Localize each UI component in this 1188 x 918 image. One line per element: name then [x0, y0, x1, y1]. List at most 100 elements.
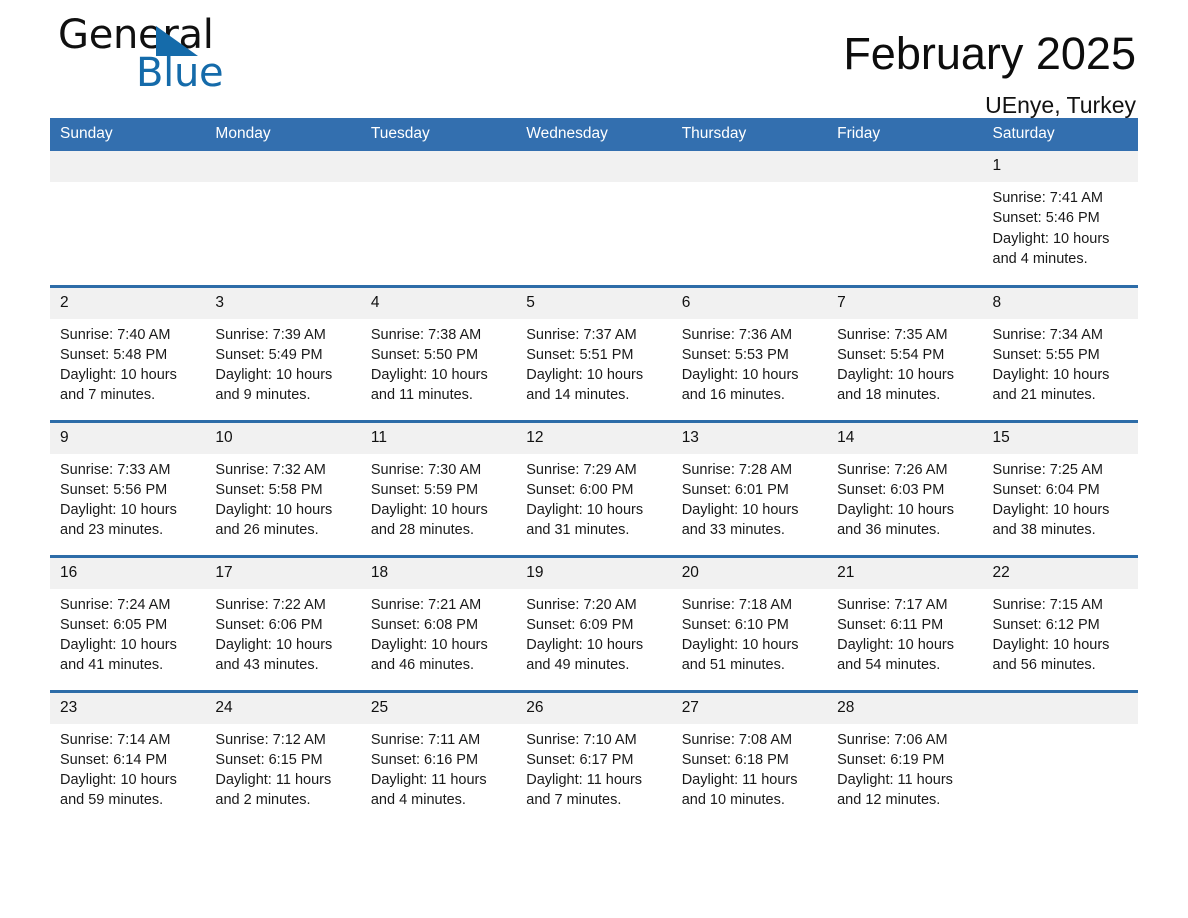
calendar-day-cell[interactable]: 9 Sunrise: 7:33 AM Sunset: 5:56 PM Daylight…	[50, 419, 206, 556]
sunrise-text: Sunrise: 7:14 AM	[60, 731, 171, 748]
calendar-day-cell[interactable]: 2 Sunrise: 7:40 AM Sunset: 5:48 PM Daylight…	[50, 284, 206, 421]
daylight-text: Daylight: 10 hours and 56 minutes.	[992, 637, 1110, 674]
logo-text-blue: Blue	[136, 50, 224, 96]
day-details: Sunrise: 7:32 AM Sunset: 5:58 PM Daylight:…	[205, 454, 360, 541]
day-details: Sunrise: 7:11 AM Sunset: 6:16 PM Daylight:…	[361, 724, 516, 811]
sunrise-text: Sunrise: 7:41 AM	[992, 190, 1103, 206]
calendar-day-cell[interactable]: 12 Sunrise: 7:29 AM Sunset: 6:00 PM Dayligh…	[516, 419, 672, 556]
calendar-day-cell[interactable]: 6 Sunrise: 7:36 AM Sunset: 5:53 PM Daylight…	[671, 284, 828, 421]
sunrise-text: Sunrise: 7:35 AM	[837, 326, 948, 343]
calendar-day-cell[interactable]: 19 Sunrise: 7:20 AM Sunset: 6:09 PM Dayligh…	[516, 554, 672, 691]
day-number: 19	[516, 557, 672, 589]
daylight-text: Daylight: 10 hours and 59 minutes.	[60, 772, 177, 809]
sunset-text: Sunset: 6:00 PM	[526, 481, 634, 498]
calendar-week-row: 9 Sunrise: 7:33 AM Sunset: 5:56 PM Daylight…	[50, 419, 1138, 556]
sunset-text: Sunset: 6:19 PM	[837, 751, 945, 768]
calendar-day-cell[interactable]: 10 Sunrise: 7:32 AM Sunset: 5:58 PM Dayligh…	[205, 419, 361, 556]
sunset-text: Sunset: 6:14 PM	[60, 751, 168, 768]
weekday-header-monday: Monday	[205, 118, 361, 151]
calendar-day-cell[interactable]: 25 Sunrise: 7:11 AM Sunset: 6:16 PM Dayligh…	[360, 689, 517, 826]
daylight-text: Daylight: 10 hours and 33 minutes.	[681, 502, 799, 539]
day-details: Sunrise: 7:35 AM Sunset: 5:54 PM Daylight:…	[827, 319, 982, 406]
day-details: Sunrise: 7:40 AM Sunset: 5:48 PM Daylight:…	[50, 319, 205, 406]
calendar-day-cell[interactable]: 23 Sunrise: 7:14 AM Sunset: 6:14 PM Dayligh…	[50, 689, 206, 826]
day-details: Sunrise: 7:30 AM Sunset: 5:59 PM Daylight:…	[361, 454, 516, 541]
day-number: 20	[671, 557, 828, 589]
calendar-day-cell[interactable]: 3 Sunrise: 7:39 AM Sunset: 5:49 PM Daylight…	[205, 284, 361, 421]
sunset-text: Sunset: 5:54 PM	[837, 346, 945, 363]
day-number: 23	[50, 692, 206, 724]
sunset-text: Sunset: 6:17 PM	[526, 751, 634, 768]
calendar-day-cell[interactable]: 14 Sunrise: 7:26 AM Sunset: 6:03 PM Dayligh…	[827, 419, 983, 556]
day-details: Sunrise: 7:21 AM Sunset: 6:08 PM Daylight:…	[361, 589, 516, 676]
calendar-day-cell[interactable]: 22 Sunrise: 7:15 AM Sunset: 6:12 PM Dayligh…	[982, 554, 1138, 691]
weekday-header-friday: Friday	[827, 118, 983, 151]
day-number	[516, 151, 672, 182]
sunset-text: Sunset: 6:06 PM	[215, 616, 323, 633]
calendar-day-cell[interactable]: 20 Sunrise: 7:18 AM Sunset: 6:10 PM Dayligh…	[671, 554, 828, 691]
daylight-text: Daylight: 10 hours and 23 minutes.	[60, 502, 177, 539]
sunset-text: Sunset: 5:50 PM	[370, 346, 479, 363]
calendar-day-cell[interactable]: 11 Sunrise: 7:30 AM Sunset: 5:59 PM Dayligh…	[360, 419, 517, 556]
calendar-day-cell[interactable]: 5 Sunrise: 7:37 AM Sunset: 5:51 PM Daylight…	[516, 284, 672, 421]
daylight-text: Daylight: 11 hours and 4 minutes.	[370, 772, 487, 809]
day-details: Sunrise: 7:29 AM Sunset: 6:00 PM Daylight:…	[516, 454, 671, 541]
sunset-text: Sunset: 6:10 PM	[681, 616, 789, 633]
calendar-day-cell[interactable]: 1 Sunrise: 7:41 AM Sunset: 5:46 PM Daylight…	[982, 151, 1138, 286]
day-number	[205, 151, 361, 182]
daylight-text: Daylight: 10 hours and 16 minutes.	[681, 367, 799, 404]
calendar-day-cell[interactable]: 18 Sunrise: 7:21 AM Sunset: 6:08 PM Dayligh…	[360, 554, 517, 691]
day-number: 6	[671, 287, 828, 319]
sunset-text: Sunset: 6:16 PM	[370, 751, 479, 768]
calendar-day-cell[interactable]: 21 Sunrise: 7:17 AM Sunset: 6:11 PM Dayligh…	[827, 554, 983, 691]
calendar-day-cell[interactable]: 27 Sunrise: 7:08 AM Sunset: 6:18 PM Dayligh…	[671, 689, 828, 826]
calendar-day-cell[interactable]: 8 Sunrise: 7:34 AM Sunset: 5:55 PM Daylight…	[982, 284, 1138, 421]
daylight-text: Daylight: 10 hours and 51 minutes.	[681, 637, 799, 674]
calendar-cell-empty	[982, 689, 1138, 826]
page-subtitle: UEnye, Turkey	[985, 92, 1136, 118]
day-details: Sunrise: 7:10 AM Sunset: 6:17 PM Daylight:…	[516, 724, 671, 811]
day-details: Sunrise: 7:25 AM Sunset: 6:04 PM Daylight:…	[983, 454, 1138, 541]
general-blue-logo[interactable]: General Blue	[58, 12, 318, 98]
daylight-text: Daylight: 10 hours and 11 minutes.	[370, 367, 488, 404]
day-number: 11	[360, 422, 517, 454]
sunset-text: Sunset: 5:55 PM	[992, 346, 1100, 363]
day-details: Sunrise: 7:12 AM Sunset: 6:15 PM Daylight:…	[205, 724, 360, 811]
day-details: Sunrise: 7:36 AM Sunset: 5:53 PM Daylight:…	[672, 319, 827, 406]
day-number: 28	[827, 692, 983, 724]
calendar-cell-empty	[360, 151, 517, 286]
calendar-cell-empty	[205, 151, 361, 286]
daylight-text: Daylight: 10 hours and 49 minutes.	[526, 637, 644, 674]
sunset-text: Sunset: 6:09 PM	[526, 616, 634, 633]
day-number: 25	[360, 692, 517, 724]
sunset-text: Sunset: 6:11 PM	[837, 616, 944, 633]
calendar-day-cell[interactable]: 17 Sunrise: 7:22 AM Sunset: 6:06 PM Dayligh…	[205, 554, 361, 691]
sunrise-text: Sunrise: 7:06 AM	[837, 731, 948, 748]
day-number: 1	[982, 151, 1138, 182]
sunrise-sunset-calendar-table: Sunday Monday Tuesday Wednesday Thursday…	[50, 118, 1138, 826]
day-number: 27	[671, 692, 828, 724]
daylight-text: Daylight: 10 hours and 28 minutes.	[370, 502, 488, 539]
daylight-text: Daylight: 10 hours and 54 minutes.	[837, 637, 954, 674]
day-details: Sunrise: 7:33 AM Sunset: 5:56 PM Daylight:…	[50, 454, 205, 541]
sunset-text: Sunset: 6:18 PM	[681, 751, 789, 768]
calendar-day-cell[interactable]: 13 Sunrise: 7:28 AM Sunset: 6:01 PM Dayligh…	[671, 419, 828, 556]
sunset-text: Sunset: 5:59 PM	[370, 481, 479, 498]
calendar-day-cell[interactable]: 15 Sunrise: 7:25 AM Sunset: 6:04 PM Dayligh…	[982, 419, 1138, 556]
calendar-day-cell[interactable]: 26 Sunrise: 7:10 AM Sunset: 6:17 PM Dayligh…	[516, 689, 672, 826]
day-number	[360, 151, 517, 182]
day-details: Sunrise: 7:06 AM Sunset: 6:19 PM Daylight:…	[827, 724, 982, 811]
sunrise-text: Sunrise: 7:22 AM	[215, 596, 326, 613]
calendar-cell-empty	[50, 151, 206, 286]
page-header: General Blue February 2025 UEnye, Turkey	[50, 0, 1138, 118]
calendar-day-cell[interactable]: 16 Sunrise: 7:24 AM Sunset: 6:05 PM Dayligh…	[50, 554, 206, 691]
calendar-day-cell[interactable]: 24 Sunrise: 7:12 AM Sunset: 6:15 PM Dayligh…	[205, 689, 361, 826]
calendar-day-cell[interactable]: 4 Sunrise: 7:38 AM Sunset: 5:50 PM Daylight…	[360, 284, 517, 421]
daylight-text: Daylight: 10 hours and 4 minutes.	[992, 230, 1110, 267]
calendar-day-cell[interactable]: 7 Sunrise: 7:35 AM Sunset: 5:54 PM Daylight…	[827, 284, 983, 421]
daylight-text: Daylight: 10 hours and 14 minutes.	[526, 367, 644, 404]
sunset-text: Sunset: 6:05 PM	[60, 616, 168, 633]
day-details: Sunrise: 7:08 AM Sunset: 6:18 PM Daylight:…	[672, 724, 827, 811]
calendar-day-cell[interactable]: 28 Sunrise: 7:06 AM Sunset: 6:19 PM Dayligh…	[827, 689, 983, 826]
sunset-text: Sunset: 6:15 PM	[215, 751, 323, 768]
